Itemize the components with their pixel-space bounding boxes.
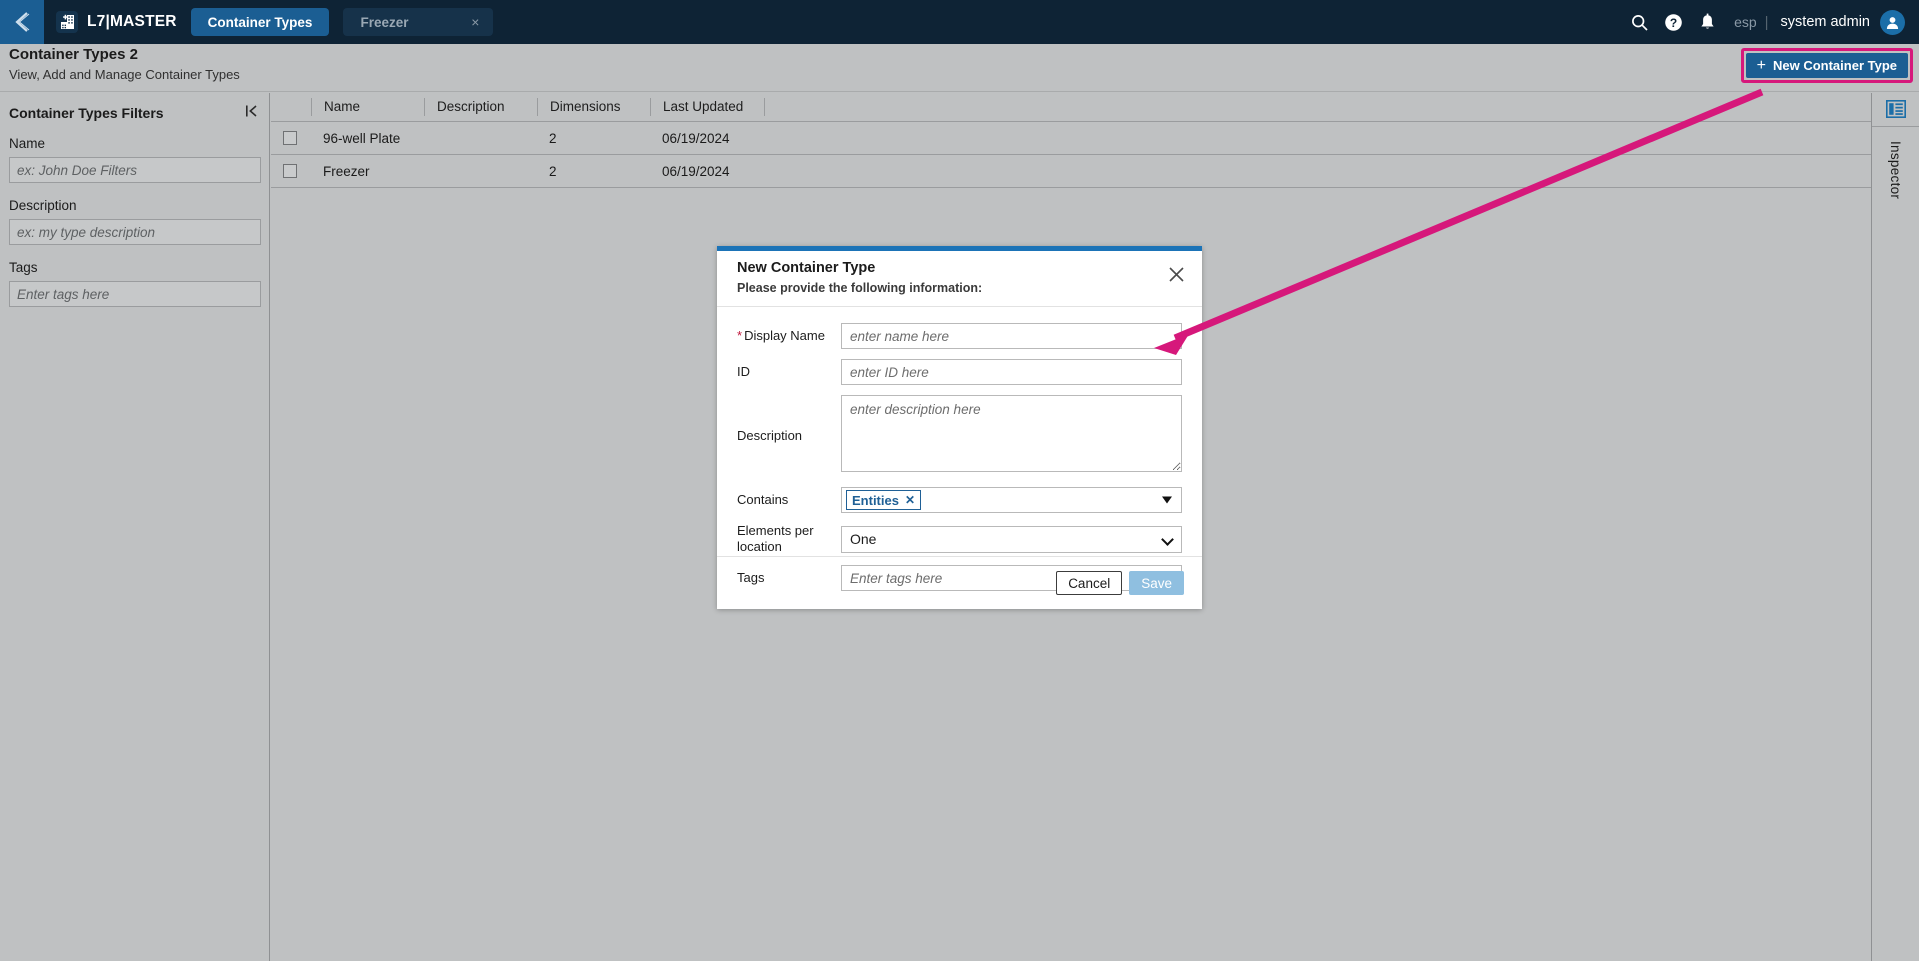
row-checkbox[interactable]: [283, 164, 297, 178]
container-types-filters-panel: Container Types Filters Name Description…: [0, 93, 270, 961]
display-name-input[interactable]: [841, 323, 1182, 349]
column-header-description[interactable]: Description: [424, 98, 537, 116]
bell-icon[interactable]: [1690, 0, 1724, 44]
lab-building-icon: [56, 11, 78, 33]
user-avatar-icon[interactable]: [1880, 9, 1905, 35]
row-dimensions: 2: [549, 130, 557, 146]
field-elements-per-location: Elements per location One Many: [737, 523, 1182, 555]
tab-container-types-label: Container Types: [207, 14, 313, 30]
tab-freezer-label: Freezer: [360, 14, 409, 30]
chevron-left-icon: [13, 11, 31, 33]
filter-tags-label: Tags: [9, 260, 38, 275]
inspector-label[interactable]: Inspector: [1888, 141, 1903, 199]
description-label: Description: [737, 428, 803, 443]
field-description: Description: [737, 395, 1182, 477]
description-textarea[interactable]: [841, 395, 1182, 472]
search-icon[interactable]: [1622, 0, 1656, 44]
row-select-cell: [271, 164, 311, 178]
inspector-panel-icon[interactable]: [1885, 100, 1906, 118]
row-last-updated: 06/19/2024: [662, 163, 730, 179]
username-label[interactable]: system admin: [1781, 14, 1870, 30]
top-navigation-actions: ? esp | system admin: [1622, 0, 1919, 44]
filter-tags-input[interactable]: [9, 281, 261, 307]
page-subtitle: View, Add and Manage Container Types: [9, 67, 240, 82]
page-header: Container Types 2 View, Add and Manage C…: [0, 44, 1919, 92]
topbar-divider: |: [1764, 13, 1769, 31]
filter-field-description: Description: [0, 198, 269, 245]
dialog-title: New Container Type: [737, 260, 876, 276]
tab-freezer-close-icon[interactable]: ×: [467, 15, 483, 29]
caret-down-icon[interactable]: [1162, 496, 1172, 504]
dialog-footer: Cancel Save: [717, 556, 1202, 609]
dialog-subtitle: Please provide the following information…: [737, 281, 983, 295]
column-header-select: [271, 98, 311, 116]
filter-field-tags: Tags: [0, 260, 269, 307]
filter-name-label: Name: [9, 136, 46, 151]
display-name-label-text: Display Name: [744, 328, 825, 343]
brand-label: L7|MASTER: [87, 13, 177, 30]
contains-chip-label: Entities: [852, 492, 899, 508]
table-row[interactable]: Freezer 2 06/19/2024: [271, 155, 1871, 188]
filters-header: Container Types Filters: [0, 93, 269, 121]
row-name-link[interactable]: Freezer: [311, 164, 424, 179]
contains-chip-entities[interactable]: Entities ✕: [846, 490, 922, 510]
table-header-row: Name Description Dimensions Last Updated: [271, 93, 1871, 122]
contains-label: Contains: [737, 492, 789, 507]
display-name-label: * Display Name: [737, 328, 841, 344]
filter-description-input[interactable]: [9, 219, 261, 245]
field-display-name: * Display Name: [737, 323, 1182, 349]
column-header-dimensions[interactable]: Dimensions: [537, 98, 650, 116]
tab-freezer[interactable]: Freezer ×: [343, 8, 494, 36]
new-container-type-button[interactable]: + New Container Type: [1745, 53, 1908, 78]
contains-control: Entities ✕: [841, 487, 1182, 513]
filters-title: Container Types Filters: [9, 104, 164, 121]
row-dimensions: 2: [549, 163, 557, 179]
field-contains: Contains Entities ✕: [737, 487, 1182, 513]
svg-text:?: ?: [1669, 16, 1676, 30]
inspector-divider: [1872, 126, 1919, 127]
filter-name-input[interactable]: [9, 157, 261, 183]
back-navigation-button[interactable]: [0, 0, 44, 44]
display-name-control: [841, 323, 1182, 349]
elements-per-location-control: One Many: [841, 525, 1182, 553]
language-selector[interactable]: esp: [1734, 14, 1757, 30]
contains-chip-remove-icon[interactable]: ✕: [905, 493, 915, 507]
field-id: ID: [737, 359, 1182, 385]
column-header-name[interactable]: Name: [311, 98, 424, 116]
new-container-type-dialog: New Container Type Please provide the fo…: [717, 246, 1202, 609]
elements-per-location-select[interactable]: One Many: [841, 525, 1182, 553]
required-marker: *: [737, 328, 743, 343]
filter-description-label: Description: [9, 198, 77, 213]
row-checkbox[interactable]: [283, 131, 297, 145]
elements-per-location-label: Elements per location: [737, 523, 814, 554]
row-last-updated: 06/19/2024: [662, 130, 730, 146]
brand: L7|MASTER: [56, 11, 177, 33]
dialog-header: New Container Type Please provide the fo…: [717, 251, 1202, 307]
column-header-spacer: [764, 98, 1871, 116]
cancel-button[interactable]: Cancel: [1056, 571, 1123, 595]
id-input[interactable]: [841, 359, 1182, 385]
collapse-left-icon[interactable]: [245, 104, 259, 121]
contains-multiselect[interactable]: Entities ✕: [841, 487, 1182, 513]
page-title: Container Types 2: [9, 46, 138, 63]
column-header-last-updated[interactable]: Last Updated: [650, 98, 764, 116]
filter-field-name: Name: [0, 136, 269, 183]
new-container-type-highlight: + New Container Type: [1740, 48, 1913, 83]
plus-icon: +: [1756, 56, 1766, 74]
description-control: [841, 395, 1182, 477]
row-name-link[interactable]: 96-well Plate: [311, 131, 424, 146]
help-circle-icon[interactable]: ?: [1656, 0, 1690, 44]
row-select-cell: [271, 131, 311, 145]
new-container-type-label: New Container Type: [1772, 58, 1897, 73]
id-control: [841, 359, 1182, 385]
table-row[interactable]: 96-well Plate 2 06/19/2024: [271, 122, 1871, 155]
top-navigation-bar: L7|MASTER Container Types Freezer × ? es…: [0, 0, 1919, 44]
save-button[interactable]: Save: [1129, 571, 1184, 595]
inspector-rail: Inspector: [1871, 93, 1919, 961]
close-icon[interactable]: [1164, 262, 1188, 286]
id-label: ID: [737, 364, 750, 379]
tab-container-types[interactable]: Container Types: [190, 8, 330, 36]
dialog-body: *Display Name ID Description Contains: [717, 307, 1202, 591]
